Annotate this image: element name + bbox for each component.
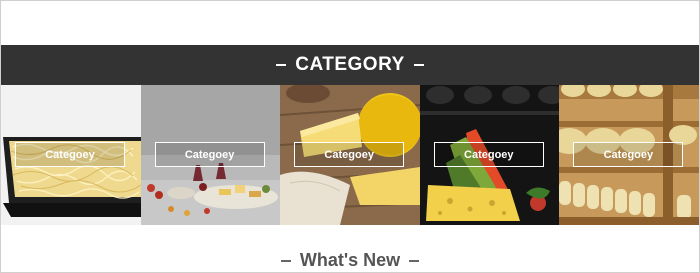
page-frame: CATEGORY Categoey Categoey Categoey Cate…	[0, 0, 700, 273]
category-tile-3[interactable]: Categoey	[280, 85, 420, 225]
category-title: CATEGORY	[295, 54, 405, 75]
category-heading: CATEGORY	[267, 54, 433, 76]
category-tile-5[interactable]: Categoey	[559, 85, 699, 225]
category-banner: CATEGORY	[1, 45, 699, 85]
category-tile-2[interactable]: Categoey	[140, 85, 281, 225]
category-tile-4-label: Categoey	[433, 142, 544, 167]
category-tile-4[interactable]: Categoey	[419, 85, 560, 225]
whats-new-title: What's New	[299, 250, 401, 270]
heading-dash-right	[413, 64, 424, 66]
wn-dash-right	[409, 259, 420, 262]
category-tile-1[interactable]: Categoey	[1, 85, 141, 225]
whats-new-heading: What's New	[272, 250, 428, 271]
top-spacer	[1, 1, 699, 45]
heading-dash-left	[276, 64, 287, 66]
wn-dash-left	[280, 259, 291, 262]
category-tile-5-label: Categoey	[573, 142, 684, 167]
whats-new-section: What's New	[1, 250, 699, 271]
category-tile-1-label: Categoey	[15, 142, 125, 167]
category-tile-2-label: Categoey	[154, 142, 265, 167]
category-tile-3-label: Categoey	[294, 142, 405, 167]
category-tiles: Categoey Categoey Categoey Categoey Cate…	[1, 85, 699, 225]
